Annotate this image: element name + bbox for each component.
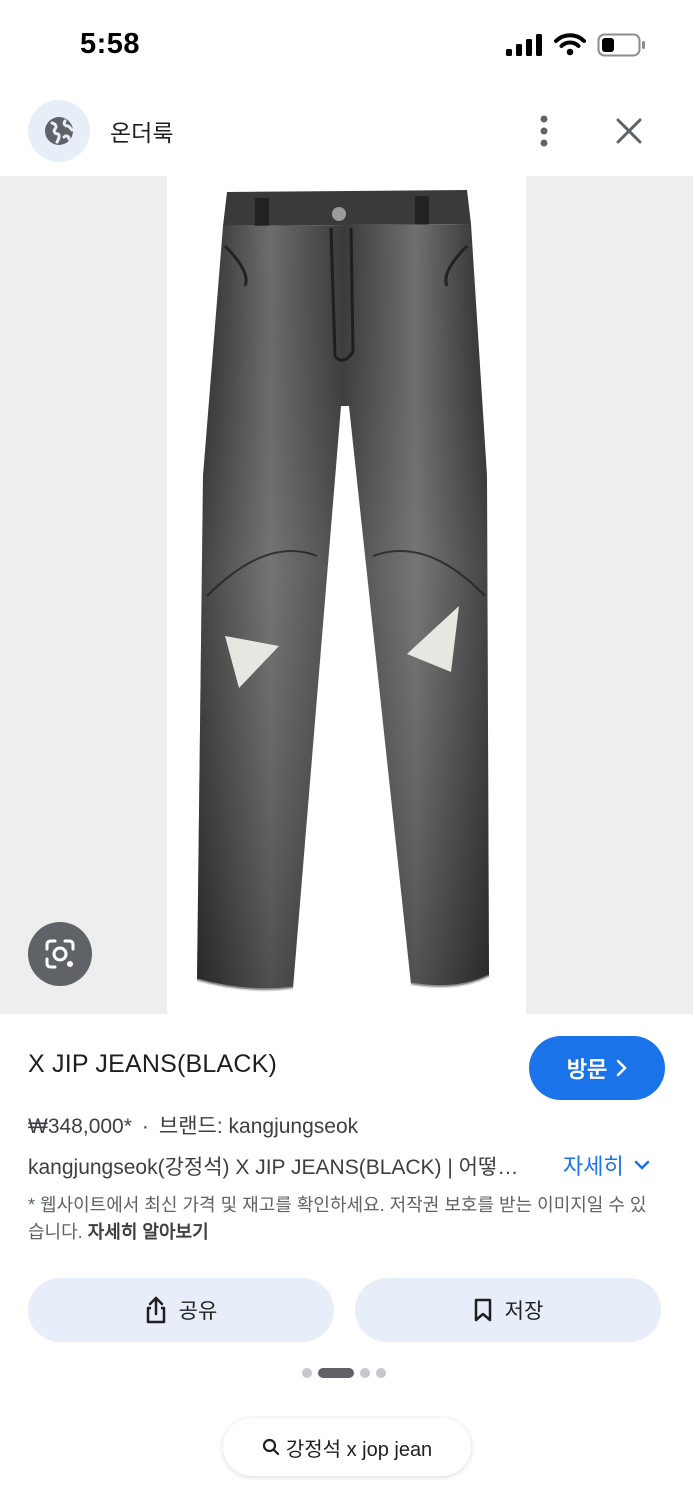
battery-icon (597, 33, 645, 57)
pager-dot[interactable] (360, 1368, 370, 1378)
more-options-button[interactable] (524, 108, 564, 154)
share-label: 공유 (178, 1300, 218, 1323)
product-image[interactable] (167, 176, 526, 1014)
visit-button-label: 방문 (566, 1057, 608, 1082)
related-search-chip[interactable]: 강정석 x jop jean (223, 1418, 471, 1476)
close-icon (616, 118, 642, 144)
status-time: 5:58 (80, 28, 141, 60)
save-button[interactable]: 저장 (355, 1278, 661, 1342)
pager-dot[interactable] (302, 1368, 312, 1378)
product-title: X JIP JEANS(BLACK) (28, 1050, 278, 1078)
pager-dot-active[interactable] (318, 1368, 354, 1378)
pager-dot[interactable] (376, 1368, 386, 1378)
bookmark-icon (474, 1298, 491, 1322)
visit-button[interactable]: 방문 (529, 1036, 665, 1100)
signal-icon (506, 34, 542, 56)
lens-icon (45, 939, 75, 969)
jeans-image (196, 190, 490, 992)
site-favicon[interactable] (28, 100, 90, 162)
product-price: ₩348,000* (28, 1115, 132, 1138)
chevron-right-icon (616, 1059, 628, 1077)
wifi-icon (554, 33, 586, 56)
chevron-down-icon (634, 1160, 649, 1170)
more-details-label: 자세히 (563, 1154, 624, 1179)
site-name[interactable]: 온더룩 (110, 114, 173, 148)
product-image-area[interactable] (0, 176, 693, 1014)
carousel-pager (302, 1368, 386, 1378)
search-chip-label: 강정석 x jop jean (285, 1438, 433, 1461)
close-button[interactable] (608, 110, 650, 152)
more-details-link[interactable]: 자세히 (563, 1149, 650, 1181)
price-line: ₩348,000* · 브랜드: kangjungseok (28, 1110, 358, 1140)
result-header: 온더룩 (0, 96, 693, 168)
share-button[interactable]: 공유 (28, 1278, 334, 1342)
search-icon (262, 1438, 279, 1456)
product-brand: 브랜드: kangjungseok (158, 1115, 359, 1138)
save-label: 저장 (504, 1300, 544, 1323)
share-icon (146, 1296, 165, 1324)
globe-icon (45, 117, 74, 145)
price-notice: * 웹사이트에서 최신 가격 및 재고를 확인하세요. 저작권 보호를 받는 이… (28, 1192, 658, 1246)
more-vert-icon (540, 115, 548, 147)
learn-more-link[interactable]: 자세히 알아보기 (88, 1222, 209, 1242)
status-bar: 5:58 (0, 0, 693, 90)
lens-search-button[interactable] (28, 922, 92, 986)
separator-dot: · (141, 1115, 149, 1138)
